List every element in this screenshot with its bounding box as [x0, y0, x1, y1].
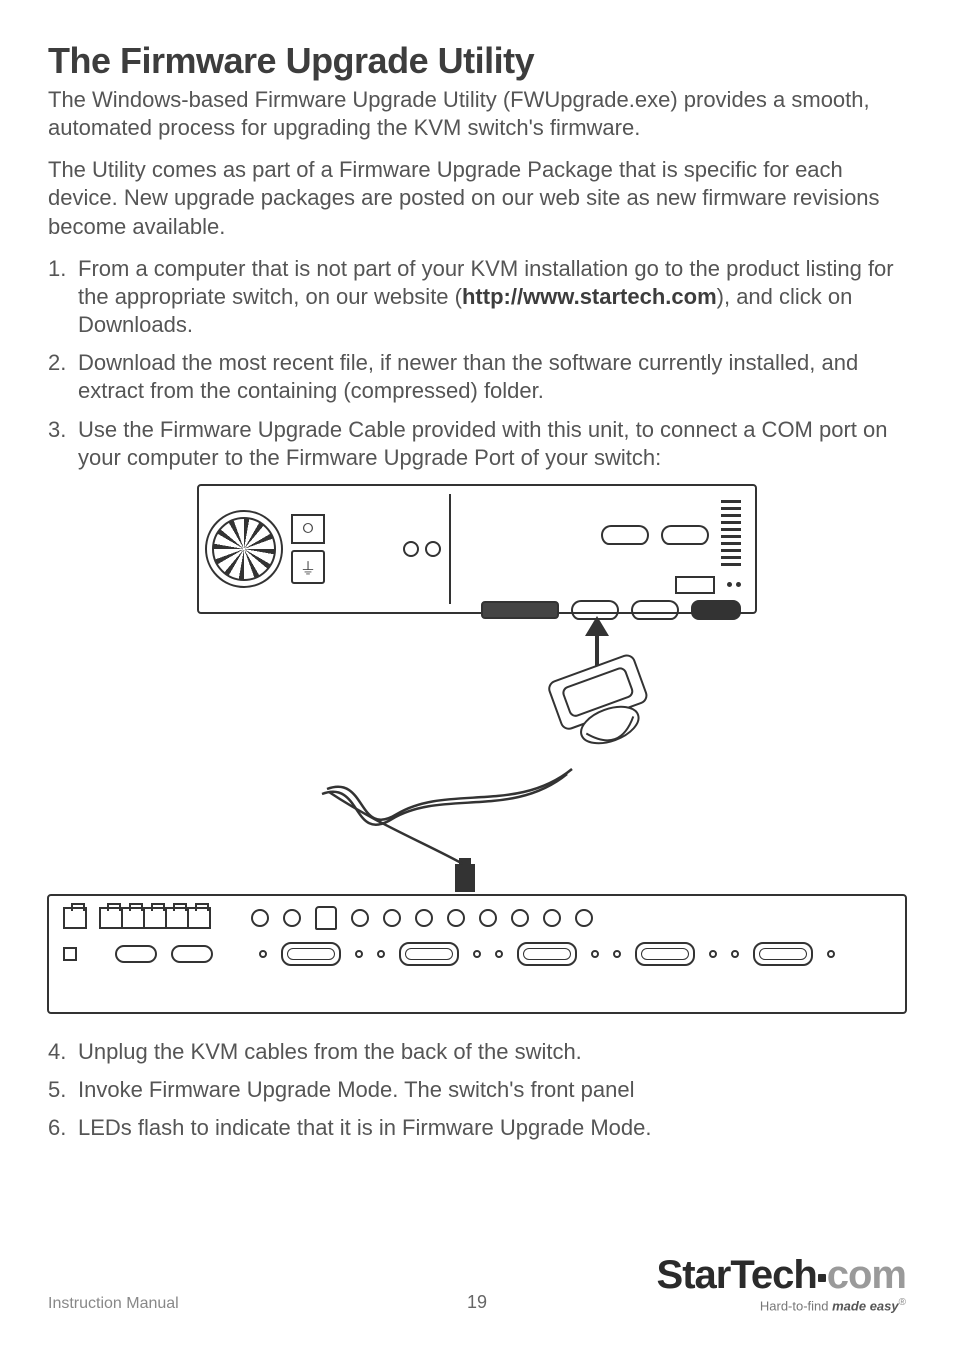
logo-text-main: StarTech [657, 1253, 817, 1297]
slot-icon [171, 945, 213, 963]
rj45-port-icon [99, 907, 123, 929]
step-2: 2. Download the most recent file, if new… [48, 349, 906, 405]
screw-icon [473, 950, 481, 958]
page-number: 19 [467, 1292, 487, 1313]
screw-icon [731, 950, 739, 958]
step-text: LEDs flash to indicate that it is in Fir… [78, 1115, 651, 1140]
serial-port-icon [661, 525, 709, 545]
step-4: 4. Unplug the KVM cables from the back o… [48, 1038, 906, 1066]
audio-jack-icon [575, 909, 593, 927]
power-switch-icon: ⭘ [291, 514, 325, 544]
screw-icon [355, 950, 363, 958]
serial-port-icon [601, 525, 649, 545]
step-6: 6. LEDs flash to indicate that it is in … [48, 1114, 906, 1142]
vent-icon [721, 500, 741, 570]
rj45-port-icon [143, 907, 167, 929]
steps-list-bottom: 4. Unplug the KVM cables from the back o… [48, 1038, 906, 1142]
step-number: 3. [48, 416, 66, 444]
ps2-port-icon [403, 541, 419, 557]
audio-jack-icon [543, 909, 561, 927]
intro-paragraph-1: The Windows-based Firmware Upgrade Utili… [48, 86, 906, 142]
ps2-port-icon [425, 541, 441, 557]
screw-icon [827, 950, 835, 958]
logo-text-suffix: com [827, 1253, 906, 1297]
rj45-port-icon [121, 907, 145, 929]
registered-mark: ® [899, 1297, 906, 1308]
computer-rear-panel: ⭘ ⏚ [197, 484, 757, 614]
tagline-bold: made easy [832, 1298, 899, 1313]
step-3: 3. Use the Firmware Upgrade Cable provid… [48, 416, 906, 472]
tagline-pre: Hard-to-find [760, 1298, 832, 1313]
rj45-port-icon [187, 907, 211, 929]
kvm-port-icon [635, 942, 695, 966]
kvm-port-icon [517, 942, 577, 966]
audio-jack-icon [251, 909, 269, 927]
step-number: 2. [48, 349, 66, 377]
step-text: Download the most recent file, if newer … [78, 350, 858, 403]
step-number: 5. [48, 1076, 66, 1104]
kvm-port-icon [753, 942, 813, 966]
audio-jack-icon [447, 909, 465, 927]
audio-jack-icon [383, 909, 401, 927]
power-jack-icon [63, 947, 77, 961]
screw-icon [377, 950, 385, 958]
power-socket-icon: ⏚ [291, 550, 325, 584]
screw-icon [495, 950, 503, 958]
section-heading: The Firmware Upgrade Utility [48, 40, 906, 82]
cable-svg [197, 614, 757, 894]
screw-icon [709, 950, 717, 958]
connection-diagram: ⭘ ⏚ [48, 484, 906, 1014]
step-5: 5. Invoke Firmware Upgrade Mode. The swi… [48, 1076, 906, 1104]
steps-list-top: 1. From a computer that is not part of y… [48, 255, 906, 472]
screw-icon [591, 950, 599, 958]
fan-icon [205, 510, 283, 588]
io-plate [449, 494, 749, 604]
kvm-switch-rear-panel [47, 894, 907, 1014]
step-number: 4. [48, 1038, 66, 1066]
screw-icon [259, 950, 267, 958]
audio-jack-icon [283, 909, 301, 927]
rj45-port-icon [63, 907, 87, 929]
usb-b-port-icon [315, 906, 337, 930]
firmware-cable-illustration [197, 614, 757, 894]
audio-jack-icon [479, 909, 497, 927]
slot-icon [115, 945, 157, 963]
footer-doc-title: Instruction Manual [48, 1295, 179, 1313]
step-text: Invoke Firmware Upgrade Mode. The switch… [78, 1077, 635, 1102]
step-url: http://www.startech.com [462, 284, 717, 309]
startech-logo: StarTechcom Hard-to-find made easy® [657, 1255, 906, 1313]
step-number: 6. [48, 1114, 66, 1142]
rj45-port-icon [165, 907, 189, 929]
logo-dot-icon [818, 1274, 826, 1282]
audio-jack-icon [351, 909, 369, 927]
intro-paragraph-2: The Utility comes as part of a Firmware … [48, 156, 906, 240]
step-1: 1. From a computer that is not part of y… [48, 255, 906, 339]
page-footer: Instruction Manual 19 StarTechcom Hard-t… [48, 1255, 906, 1313]
kvm-port-icon [281, 942, 341, 966]
step-number: 1. [48, 255, 66, 283]
step-text: Unplug the KVM cables from the back of t… [78, 1039, 582, 1064]
audio-jack-icon [511, 909, 529, 927]
screw-icon [613, 950, 621, 958]
step-text: Use the Firmware Upgrade Cable provided … [78, 417, 888, 470]
audio-jack-icon [415, 909, 433, 927]
kvm-port-icon [399, 942, 459, 966]
